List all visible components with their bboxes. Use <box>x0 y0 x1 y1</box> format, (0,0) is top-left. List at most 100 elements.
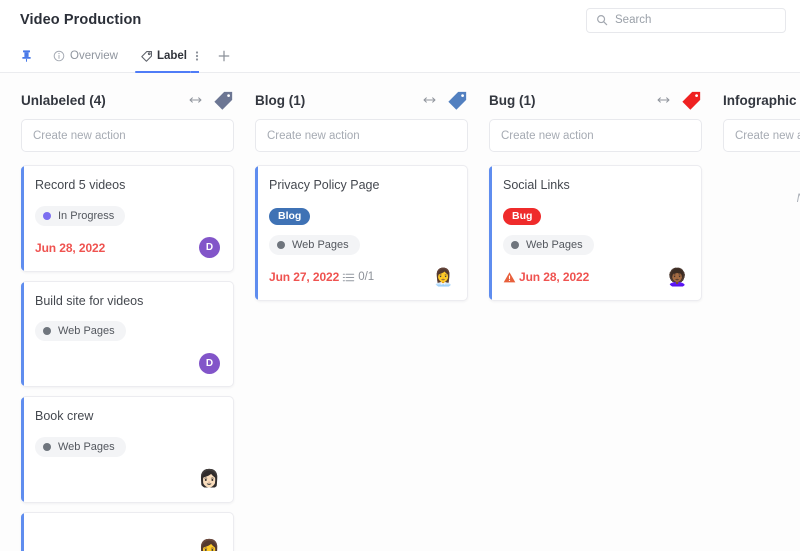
task-card[interactable]: Build site for videos Web Pages D <box>21 280 234 388</box>
card-footer: Jun 27, 2022 0/1 👩‍💼 <box>269 265 454 289</box>
overdue-indicator <box>503 271 516 284</box>
top-header: Video Production Search <box>0 0 800 40</box>
column-title: Blog (1) <box>255 92 306 108</box>
kebab-menu-icon <box>195 51 199 61</box>
task-card[interactable]: Social Links Bug Web Pages Jun 28, 2022 👩… <box>489 165 702 302</box>
column-resize-handle[interactable] <box>188 95 203 105</box>
column-title: Bug (1) <box>489 92 536 108</box>
card-due-date[interactable]: Jun 28, 2022 <box>35 241 105 255</box>
resize-horizontal-icon <box>423 97 436 103</box>
tab-bar: Overview Label <box>0 40 800 73</box>
avatar[interactable]: D <box>199 352 220 374</box>
search-icon <box>596 14 608 26</box>
card-title: Build site for videos <box>35 293 144 308</box>
card-status-row: Web Pages <box>35 436 220 457</box>
search-input[interactable]: Search <box>586 7 786 33</box>
task-card[interactable]: Record 5 videos In Progress Jun 28, 2022… <box>21 165 234 272</box>
plus-icon <box>218 50 230 62</box>
card-label-badge[interactable]: Blog <box>269 207 311 226</box>
tab-label-text: Label <box>156 50 187 62</box>
card-status-label: Web Pages <box>526 239 583 252</box>
status-dot-icon <box>511 241 519 250</box>
card-title: Record 5 videos <box>35 178 126 192</box>
board-column: Bug (1) Create new action Social Links Bu… <box>489 73 702 310</box>
avatar[interactable]: 👩🏾‍🦱 <box>667 267 688 288</box>
status-dot-icon <box>43 327 51 336</box>
info-circle-icon <box>53 50 65 62</box>
add-tab-button[interactable] <box>207 40 241 72</box>
column-resize-handle[interactable] <box>422 95 437 105</box>
tab-label[interactable]: Label <box>129 40 192 73</box>
subtask-list-icon <box>342 273 355 281</box>
card-footer: 👩 <box>35 537 220 551</box>
card-footer: Jun 28, 2022 👩🏾‍🦱 <box>503 265 688 289</box>
card-label-row: Bug <box>503 206 688 226</box>
board-column: Blog (1) Create new action Privacy Policy… <box>255 73 468 310</box>
tab-pin[interactable] <box>18 40 42 72</box>
create-new-action-input[interactable]: Create new action <box>489 119 702 152</box>
tag-icon <box>448 91 467 110</box>
search-placeholder: Search <box>615 14 652 26</box>
avatar[interactable]: 👩‍💼 <box>433 267 454 288</box>
status-dot-icon <box>277 241 285 250</box>
card-status-row: Web Pages <box>269 235 454 256</box>
overdue-warning-icon <box>503 271 516 282</box>
tag-icon <box>140 50 153 63</box>
column-resize-handle[interactable] <box>656 95 671 105</box>
empty-column-message: Nothing here <box>723 165 800 205</box>
status-dot-icon <box>43 442 51 451</box>
tab-more-menu[interactable] <box>190 40 207 73</box>
card-due-date[interactable]: Jun 28, 2022 <box>519 270 589 284</box>
card-status-badge[interactable]: In Progress <box>35 205 126 226</box>
create-new-action-input[interactable]: Create new action <box>21 119 234 152</box>
card-title: Privacy Policy Page <box>269 178 380 192</box>
card-title: Book crew <box>35 409 94 424</box>
column-title: Infographic <box>723 92 797 108</box>
resize-horizontal-icon <box>657 97 670 103</box>
card-label-row: Blog <box>269 206 454 226</box>
task-card[interactable]: Book crew Web Pages 👩🏻 <box>21 396 234 503</box>
tab-overview[interactable]: Overview <box>42 40 129 72</box>
create-new-action-input[interactable]: Create new action <box>255 119 468 152</box>
card-status-badge[interactable]: Web Pages <box>269 235 360 256</box>
card-status-row: Web Pages <box>35 321 220 342</box>
pin-icon <box>20 49 33 63</box>
page-title: Video Production <box>20 12 142 28</box>
card-subtask-count[interactable]: 0/1 <box>342 271 374 284</box>
create-new-action-input[interactable]: Create new action <box>723 119 800 152</box>
column-tag-icon[interactable] <box>680 89 702 111</box>
tag-icon <box>214 91 233 110</box>
tab-overview-label: Overview <box>70 50 118 62</box>
card-footer: Jun 28, 2022 D <box>35 236 220 260</box>
card-due-date[interactable]: Jun 27, 2022 <box>269 270 339 284</box>
card-status-row: In Progress <box>35 205 220 226</box>
board-column: Unlabeled (4) Create new action Record 5 … <box>21 73 234 551</box>
task-card[interactable]: 👩 <box>21 511 234 551</box>
column-header: Infographic <box>723 73 800 119</box>
card-label-badge[interactable]: Bug <box>503 207 542 226</box>
status-dot-icon <box>43 211 51 220</box>
column-tag-icon[interactable] <box>446 89 468 111</box>
card-status-row: Web Pages <box>503 235 688 256</box>
column-tag-icon[interactable] <box>212 89 234 111</box>
avatar[interactable]: 👩🏻 <box>199 468 220 489</box>
card-title: Social Links <box>503 178 570 192</box>
resize-horizontal-icon <box>189 97 202 103</box>
card-status-badge[interactable]: Web Pages <box>35 321 126 342</box>
card-footer: D <box>35 351 220 375</box>
avatar[interactable]: 👩 <box>199 538 220 551</box>
card-status-label: Web Pages <box>58 325 115 338</box>
task-card[interactable]: Privacy Policy Page Blog Web Pages Jun 2… <box>255 165 468 302</box>
kanban-board: Unlabeled (4) Create new action Record 5 … <box>0 73 800 551</box>
board-column: Infographic Create new action Nothing her… <box>723 73 800 205</box>
column-title: Unlabeled (4) <box>21 92 106 108</box>
card-status-label: In Progress <box>58 209 115 222</box>
card-status-badge[interactable]: Web Pages <box>35 436 126 457</box>
card-footer: 👩🏻 <box>35 467 220 491</box>
card-status-badge[interactable]: Web Pages <box>503 235 594 256</box>
column-header: Unlabeled (4) <box>21 73 234 119</box>
card-status-label: Web Pages <box>292 239 349 252</box>
column-header: Bug (1) <box>489 73 702 119</box>
avatar[interactable]: D <box>199 237 220 259</box>
card-status-label: Web Pages <box>58 440 115 453</box>
